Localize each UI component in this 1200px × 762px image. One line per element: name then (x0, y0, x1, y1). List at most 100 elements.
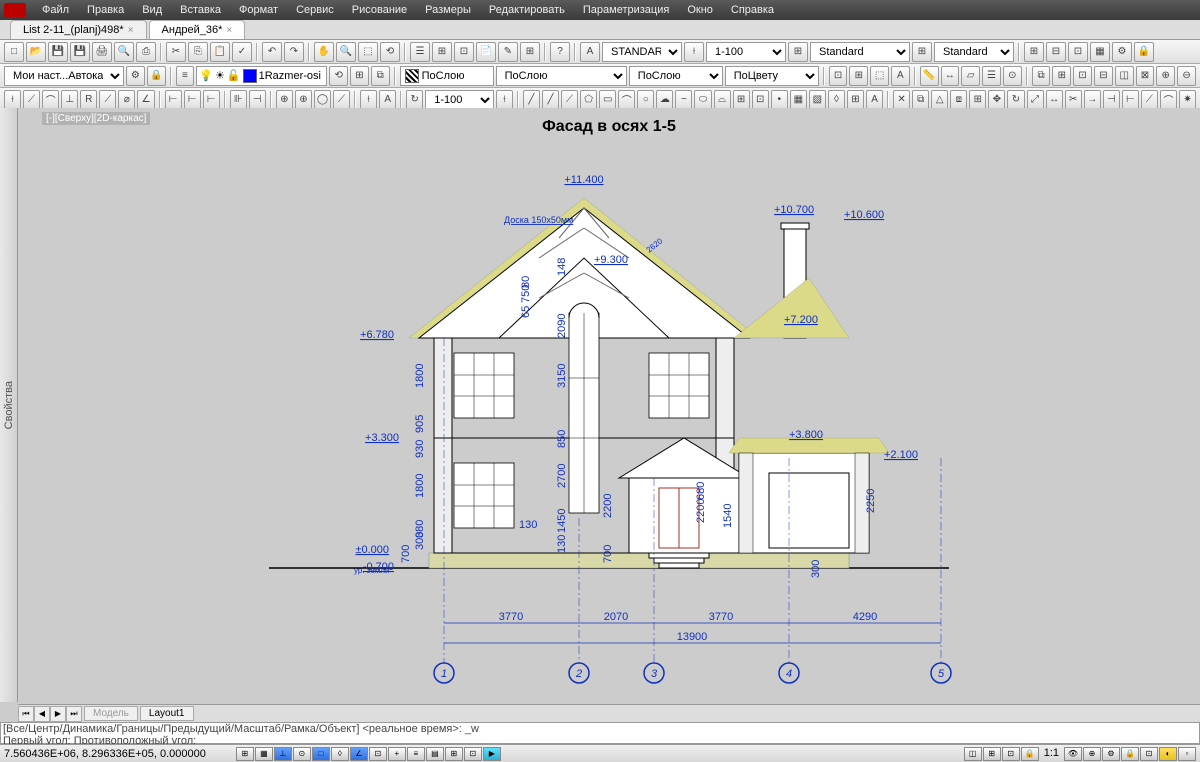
undo-icon[interactable]: ↶ (262, 42, 282, 62)
ref-icon[interactable]: ◫ (1115, 66, 1134, 86)
lwt-toggle[interactable]: ≡ (407, 747, 425, 761)
new-icon[interactable]: □ (4, 42, 24, 62)
dim-scale-select[interactable]: 1-100 (706, 42, 786, 62)
point-icon[interactable]: • (771, 90, 788, 110)
array-icon[interactable]: ⊞ (969, 90, 986, 110)
layout-tab[interactable]: Layout1 (140, 706, 194, 721)
ducs-toggle[interactable]: ⊡ (369, 747, 387, 761)
erase-icon[interactable]: ✕ (893, 90, 910, 110)
centermark-icon[interactable]: ⊕ (295, 90, 312, 110)
ref-icon[interactable]: ⊞ (1052, 66, 1071, 86)
spline-icon[interactable]: ~ (675, 90, 692, 110)
lock-icon[interactable]: 🔒 (1134, 42, 1154, 62)
dim-cont-icon[interactable]: ⊢ (203, 90, 220, 110)
ref-icon[interactable]: ⊕ (1156, 66, 1175, 86)
layerprev-icon[interactable]: ⟲ (329, 66, 348, 86)
textstyle-icon[interactable]: A (580, 42, 600, 62)
snap-toggle[interactable]: ⊞ (236, 747, 254, 761)
dim-radius-icon[interactable]: R (80, 90, 97, 110)
menu-modify[interactable]: Редактировать (481, 2, 573, 18)
layerstate-icon[interactable]: ⊞ (350, 66, 369, 86)
insert-icon[interactable]: ⊞ (733, 90, 750, 110)
dim-linear-icon[interactable]: ⟊ (4, 90, 21, 110)
dim-space-icon[interactable]: ⊪ (230, 90, 247, 110)
redo-icon[interactable]: ↷ (284, 42, 304, 62)
fillet-icon[interactable]: ⌒ (1160, 90, 1177, 110)
list-icon[interactable]: ☰ (982, 66, 1001, 86)
mirror-icon[interactable]: △ (931, 90, 948, 110)
menu-file[interactable]: Файл (34, 2, 77, 18)
gradient-icon[interactable]: ▧ (809, 90, 826, 110)
model-toggle[interactable]: ◫ (964, 747, 982, 761)
dimupdate-icon[interactable]: ↻ (406, 90, 423, 110)
ref-icon[interactable]: ⊡ (1073, 66, 1092, 86)
stretch-icon[interactable]: ↔ (1046, 90, 1063, 110)
arc-icon[interactable]: ⌒ (618, 90, 635, 110)
ellipse-icon[interactable]: ⬭ (694, 90, 711, 110)
otrack-toggle[interactable]: ∠ (350, 747, 368, 761)
quickview-icon[interactable]: ⊞ (983, 747, 1001, 761)
join-icon[interactable]: ⊢ (1122, 90, 1139, 110)
dim-aligned-icon[interactable]: ⟋ (23, 90, 40, 110)
menu-service[interactable]: Сервис (288, 2, 342, 18)
menu-draw[interactable]: Рисование (344, 2, 415, 18)
dim-base-icon[interactable]: ⊢ (184, 90, 201, 110)
publish-icon[interactable]: ⎙ (136, 42, 156, 62)
area-icon[interactable]: ▱ (961, 66, 980, 86)
hardware-icon[interactable]: ⊡ (1140, 747, 1158, 761)
dim-ord-icon[interactable]: ⊥ (61, 90, 78, 110)
measure-icon[interactable]: 📏 (920, 66, 939, 86)
ellipsearc-icon[interactable]: ⌓ (714, 90, 731, 110)
close-icon[interactable]: × (226, 25, 232, 36)
layermgr-icon[interactable]: ≡ (176, 66, 195, 86)
extend-icon[interactable]: → (1084, 90, 1101, 110)
move-icon[interactable]: ✥ (988, 90, 1005, 110)
open-icon[interactable]: 📂 (26, 42, 46, 62)
circle-icon[interactable]: ○ (637, 90, 654, 110)
workspace-icon[interactable]: ⚙ (126, 66, 145, 86)
tab-doc-1[interactable]: Андрей_36*× (149, 20, 246, 39)
menu-insert[interactable]: Вставка (172, 2, 229, 18)
dist-icon[interactable]: ↔ (941, 66, 960, 86)
properties-palette[interactable]: Свойства (0, 108, 18, 702)
model-tab[interactable]: Модель (84, 706, 138, 721)
text-style-select[interactable]: STANDARD (602, 42, 682, 62)
props-icon[interactable]: ☰ (410, 42, 430, 62)
lock-icon[interactable]: 🔒 (147, 66, 166, 86)
ortho-toggle[interactable]: ⊥ (274, 747, 292, 761)
workspace-switch-icon[interactable]: ⚙ (1102, 747, 1120, 761)
makeblock-icon[interactable]: ⊡ (752, 90, 769, 110)
zoom-prev-icon[interactable]: ⟲ (380, 42, 400, 62)
mtext-icon[interactable]: A (866, 90, 883, 110)
dim-quick-icon[interactable]: ⊢ (165, 90, 182, 110)
window-icon[interactable]: ▦ (1090, 42, 1110, 62)
drawing-canvas[interactable]: [-][Сверху][2D-каркас] Фасад в осях 1-5 (18, 108, 1200, 702)
markup-icon[interactable]: ✎ (498, 42, 518, 62)
tab-next-icon[interactable]: ▶ (50, 706, 66, 722)
dimstyle2-icon[interactable]: ⊞ (788, 42, 808, 62)
ref-icon[interactable]: ⊠ (1136, 66, 1155, 86)
3dosnap-toggle[interactable]: ◊ (331, 747, 349, 761)
trim-icon[interactable]: ✂ (1065, 90, 1082, 110)
pline-icon[interactable]: ⟋ (561, 90, 578, 110)
qp-toggle[interactable]: ⊞ (445, 747, 463, 761)
tab-first-icon[interactable]: ⏮ (18, 706, 34, 722)
ref-icon[interactable]: ⊟ (1094, 66, 1113, 86)
dyn-toggle[interactable]: + (388, 747, 406, 761)
quickview-icon[interactable]: ⊡ (1002, 747, 1020, 761)
joglinear-icon[interactable]: ⟋ (333, 90, 350, 110)
revcloud-icon[interactable]: ☁ (656, 90, 673, 110)
polar-toggle[interactable]: ⊙ (293, 747, 311, 761)
preview-icon[interactable]: 🔍 (114, 42, 134, 62)
hatch-icon[interactable]: ▦ (790, 90, 807, 110)
dim-ang-icon[interactable]: ∠ (137, 90, 154, 110)
dim-jog-icon[interactable]: ⟋ (99, 90, 116, 110)
lock-icon[interactable]: 🔒 (1121, 747, 1139, 761)
explode-icon[interactable]: ✷ (1179, 90, 1196, 110)
rect-icon[interactable]: ▭ (599, 90, 616, 110)
annovisibility-icon[interactable]: 👁 (1064, 747, 1082, 761)
copy-icon[interactable]: ⎘ (188, 42, 208, 62)
dim-style-select[interactable]: Standard (810, 42, 910, 62)
dimstyle-icon[interactable]: ⟊ (496, 90, 513, 110)
menu-edit[interactable]: Правка (79, 2, 132, 18)
